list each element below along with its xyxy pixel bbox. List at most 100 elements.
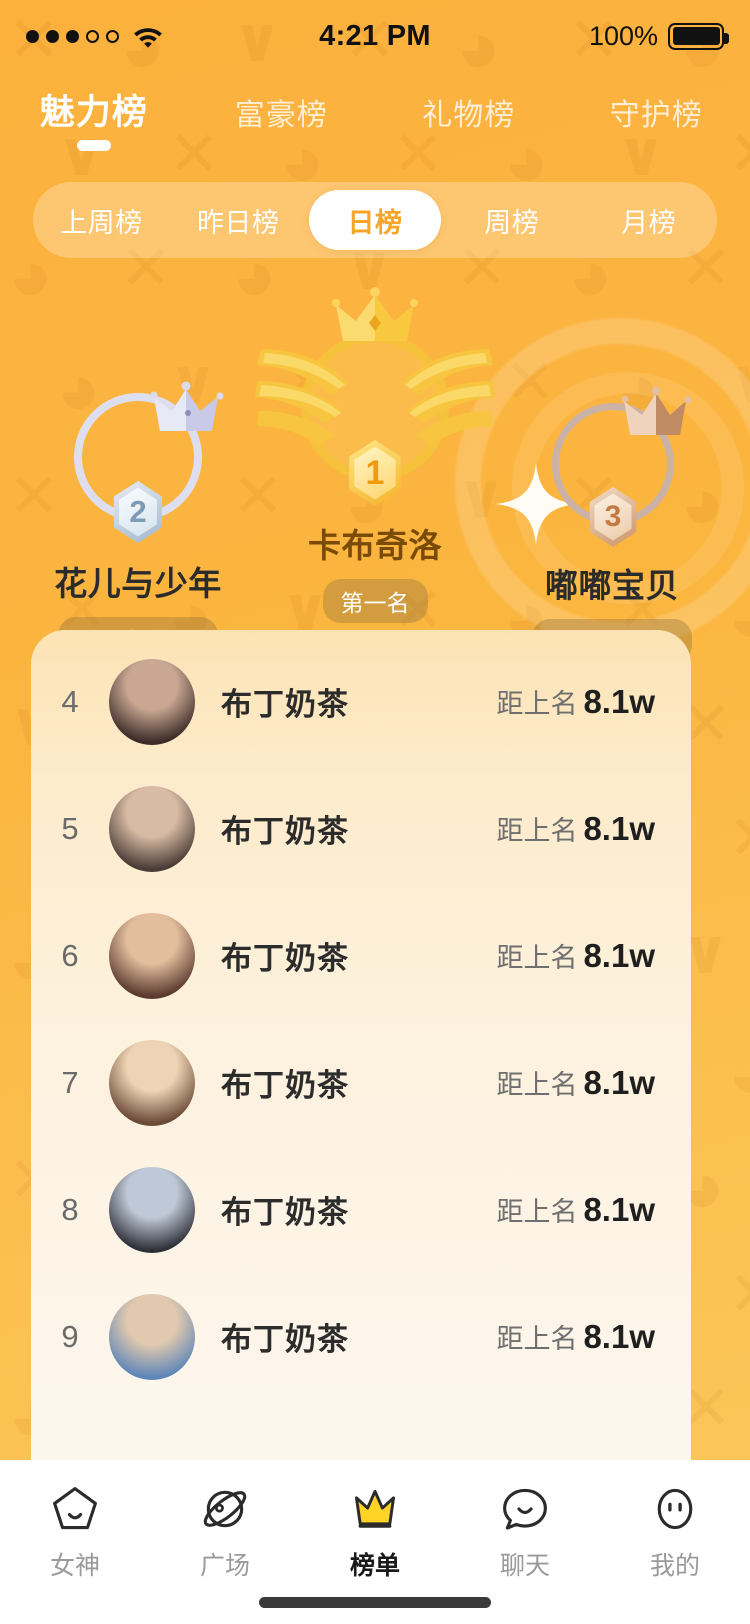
row-score-label: 距上名 xyxy=(496,1324,578,1354)
row-score-label: 距上名 xyxy=(496,689,578,719)
ranking-list-row[interactable]: 5 布丁奶茶 距上名 8.1w xyxy=(31,765,691,892)
tab-charm-ranking[interactable]: 魅力榜 xyxy=(0,84,188,151)
bronze-crown-icon xyxy=(620,385,696,443)
segment-label: 昨日榜 xyxy=(196,207,280,238)
row-score-label: 距上名 xyxy=(496,816,578,846)
tab-active-underline xyxy=(76,140,111,151)
row-score: 距上名 8.1w xyxy=(496,682,655,721)
app-screen: ✕◕∨✕◕✕◕∨✕◕✕◕∨✕◕✕◕∨✕◕✕◕∨✕◕✕◕∨✕◕✕◕∨✕◕✕◕∨✕◕… xyxy=(0,0,750,1624)
crown-icon xyxy=(348,1482,402,1536)
chat-bubble-face-icon xyxy=(498,1482,552,1536)
row-user-name: 布丁奶茶 xyxy=(221,1068,349,1103)
row-rank: 5 xyxy=(61,810,79,846)
row-user-name: 布丁奶茶 xyxy=(221,814,349,849)
gold-crown-icon xyxy=(331,287,419,349)
tab-label: 魅力榜 xyxy=(39,93,148,132)
ranking-list-row[interactable]: 6 布丁奶茶 距上名 8.1w xyxy=(31,892,691,1019)
podium-second-place[interactable]: 2 花儿与少年 距上名 1.2w xyxy=(28,365,248,661)
segment-yesterday[interactable]: 昨日榜 xyxy=(172,190,305,250)
rank-number: 3 xyxy=(594,493,632,541)
tab-bar-item-ranking[interactable]: 榜单 xyxy=(300,1482,450,1582)
segment-daily[interactable]: 日榜 xyxy=(308,190,442,250)
gold-wings-icon xyxy=(253,339,497,449)
tab-label: 守护榜 xyxy=(609,99,703,132)
row-score-label: 距上名 xyxy=(496,1197,578,1227)
row-score-value: 8.1w xyxy=(583,1191,655,1228)
podium-third-place[interactable]: 3 嘟嘟宝贝 距上名 2.6w xyxy=(502,377,722,663)
rank-number: 1 xyxy=(354,446,396,500)
segment-label: 日榜 xyxy=(347,207,403,238)
segment-weekly[interactable]: 周榜 xyxy=(445,190,578,250)
row-score: 距上名 8.1w xyxy=(496,936,655,975)
segment-label: 周榜 xyxy=(484,207,540,238)
row-user-name: 布丁奶茶 xyxy=(221,1195,349,1230)
tab-label: 富豪榜 xyxy=(234,99,328,132)
watermark-glyph: ✕ xyxy=(728,1264,750,1326)
top-tab-bar: 魅力榜 富豪榜 礼物榜 守护榜 xyxy=(0,84,750,162)
rank-number: 2 xyxy=(119,487,157,537)
watermark-glyph: ◕ xyxy=(728,1036,750,1110)
row-score-value: 8.1w xyxy=(583,937,655,974)
row-rank: 9 xyxy=(61,1318,79,1354)
segment-label: 上周榜 xyxy=(60,207,143,238)
ranking-list-row[interactable]: 9 布丁奶茶 距上名 8.1w xyxy=(31,1273,691,1400)
planet-icon xyxy=(198,1482,252,1536)
tab-bar-item-goddess[interactable]: 女神 xyxy=(0,1482,150,1582)
row-score-label: 距上名 xyxy=(496,1070,578,1100)
watermark-glyph: ✕ xyxy=(728,808,750,870)
row-rank: 4 xyxy=(61,683,79,719)
avatar-user-4[interactable] xyxy=(109,658,195,745)
tab-wealth-ranking[interactable]: 富豪榜 xyxy=(188,84,376,134)
tab-gift-ranking[interactable]: 礼物榜 xyxy=(375,84,563,134)
status-bar: 4:21 PM 100% xyxy=(0,0,750,72)
tab-bar-item-profile[interactable]: 我的 xyxy=(600,1482,750,1582)
segment-last-week[interactable]: 上周榜 xyxy=(35,190,168,250)
podium-name-second: 花儿与少年 xyxy=(54,565,222,602)
row-score: 距上名 8.1w xyxy=(496,1317,655,1356)
tab-bar-label: 广场 xyxy=(199,1552,250,1580)
tab-bar-label: 我的 xyxy=(649,1552,700,1580)
row-user-name: 布丁奶茶 xyxy=(221,1322,349,1357)
tab-guardian-ranking[interactable]: 守护榜 xyxy=(563,84,750,134)
row-score-value: 8.1w xyxy=(583,683,655,720)
row-score: 距上名 8.1w xyxy=(496,1063,655,1102)
row-rank: 8 xyxy=(61,1191,79,1227)
ranking-list-card[interactable]: 4 布丁奶茶 距上名 8.1w 5 布丁奶茶 距上名 8.1w 6 布丁奶茶 距上名 8.1w 7 布丁奶… xyxy=(31,630,691,1460)
tab-label: 礼物榜 xyxy=(422,99,516,132)
status-bar-right: 100% xyxy=(588,20,729,52)
podium-top-three: 2 花儿与少年 距上名 1.2w xyxy=(0,265,750,663)
avatar-user-7[interactable] xyxy=(109,1039,195,1126)
row-rank: 7 xyxy=(61,1064,79,1100)
segment-monthly[interactable]: 月榜 xyxy=(582,190,715,250)
avatar-user-8[interactable] xyxy=(109,1166,195,1253)
podium-first-place[interactable]: 1 卡布奇洛 第一名 xyxy=(255,283,495,623)
ranking-list-row[interactable]: 8 布丁奶茶 距上名 8.1w xyxy=(31,1146,691,1273)
goddess-pentagon-face-icon xyxy=(48,1482,102,1536)
profile-face-icon xyxy=(648,1482,702,1536)
battery-percent-label: 100% xyxy=(588,20,658,51)
ranking-list-row[interactable]: 7 布丁奶茶 距上名 8.1w xyxy=(31,1019,691,1146)
home-indicator[interactable] xyxy=(259,1597,491,1608)
row-rank: 6 xyxy=(61,937,79,973)
row-score-value: 8.1w xyxy=(583,810,655,847)
silver-crown-icon xyxy=(150,379,228,441)
row-user-name: 布丁奶茶 xyxy=(221,941,349,976)
ranking-list-row[interactable]: 4 布丁奶茶 距上名 8.1w xyxy=(31,638,691,765)
row-score-value: 8.1w xyxy=(583,1318,655,1355)
row-score-label: 距上名 xyxy=(496,943,578,973)
avatar-user-5[interactable] xyxy=(109,785,195,872)
avatar-user-9[interactable] xyxy=(109,1293,195,1380)
podium-score-badge-first: 第一名 xyxy=(322,579,428,623)
podium-name-third: 嘟嘟宝贝 xyxy=(545,567,679,604)
tab-bar-item-chat[interactable]: 聊天 xyxy=(450,1482,600,1582)
tab-bar-label: 榜单 xyxy=(349,1552,400,1580)
row-user-name: 布丁奶茶 xyxy=(221,687,349,722)
tab-bar-item-plaza[interactable]: 广场 xyxy=(150,1482,300,1582)
segment-label: 月榜 xyxy=(621,207,677,238)
podium-name-first: 卡布奇洛 xyxy=(308,527,442,564)
battery-full-icon xyxy=(668,22,729,50)
avatar-user-6[interactable] xyxy=(109,912,195,999)
tab-bar-label: 女神 xyxy=(49,1552,100,1580)
row-score: 距上名 8.1w xyxy=(496,1190,655,1229)
row-score: 距上名 8.1w xyxy=(496,809,655,848)
